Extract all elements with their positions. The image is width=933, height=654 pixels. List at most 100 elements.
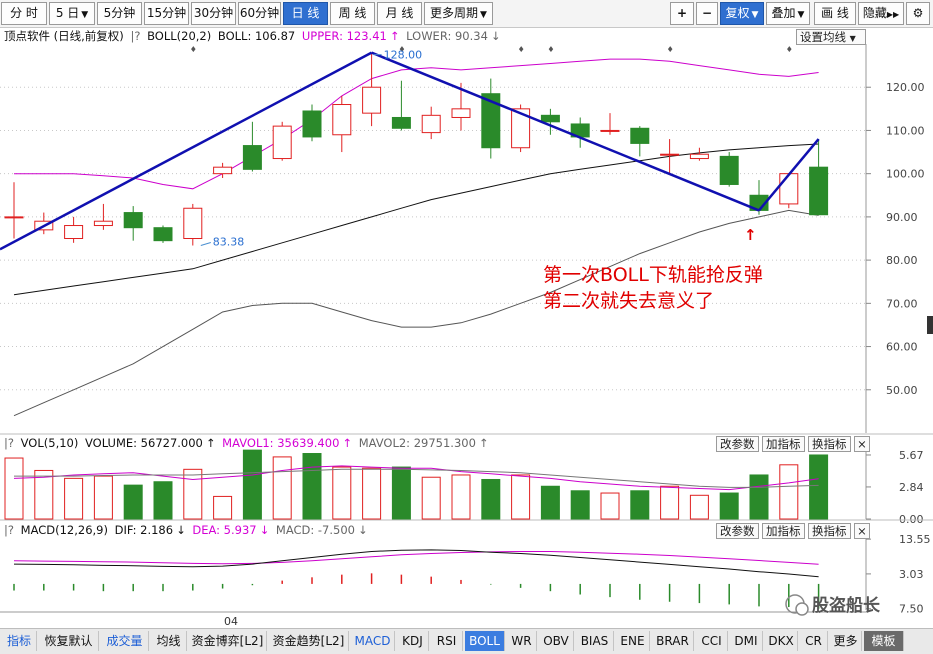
dea-line [13, 551, 819, 565]
volume-bar [123, 484, 143, 520]
watermark-text: 股盗船长 [812, 595, 881, 616]
vol-indicator-name[interactable]: VOL(5,10) [21, 436, 79, 450]
tab-ene[interactable]: ENE [616, 631, 650, 651]
macd-tick-label: 7.50 [899, 603, 924, 616]
draw-line-button[interactable]: 画 线 [814, 2, 856, 25]
candle [93, 203, 113, 230]
panel-resize-handle[interactable] [927, 316, 933, 334]
date-label: 04 [224, 615, 238, 628]
dropdown-arrow-icon: ▼ [480, 10, 487, 20]
down-arrow-icon: ↓ [176, 523, 186, 537]
event-marker-icon: ♦ [518, 45, 525, 54]
price-annotations: 128.00 83.38 [200, 49, 422, 249]
tab-恢复默认[interactable]: 恢复默认 [39, 631, 99, 651]
tab-cci[interactable]: CCI [696, 631, 728, 651]
zoom-out-button[interactable]: − [696, 2, 718, 25]
tab-dmi[interactable]: DMI [730, 631, 763, 651]
candle-body [809, 166, 829, 216]
tab-dkx[interactable]: DKX [765, 631, 798, 651]
tab-wr[interactable]: WR [507, 631, 537, 651]
dropdown-arrow-icon: ▼ [797, 10, 805, 20]
candle-body [719, 155, 739, 185]
period-5day-button[interactable]: 5 日 ▼ [49, 2, 95, 25]
mavol2-value: MAVOL2: 29751.300 [358, 436, 476, 450]
price-tick-label: 90.00 [886, 211, 918, 224]
candle [570, 117, 590, 148]
macd-add-indicator-button[interactable]: 加指标 [762, 523, 805, 539]
up-arrow-icon: ↑ [342, 436, 353, 450]
candle [64, 216, 84, 243]
low-price-pointer [200, 242, 211, 246]
vol-add-indicator-button[interactable]: 加指标 [762, 436, 805, 452]
tab-rsi[interactable]: RSI [431, 631, 463, 651]
candle [4, 182, 24, 239]
period-5min-button[interactable]: 5分钟 [97, 2, 142, 25]
candle-body [362, 86, 382, 114]
period-minute-button[interactable]: 分 时 [1, 2, 47, 25]
period-30min-button[interactable]: 30分钟 [191, 2, 236, 25]
volume-bar [689, 494, 709, 520]
vol-close-icon[interactable]: × [854, 436, 870, 452]
hide-button[interactable]: 隐藏▶▶ [858, 2, 904, 25]
macd-change-param-button[interactable]: 改参数 [716, 523, 759, 539]
tab-bias[interactable]: BIAS [576, 631, 614, 651]
overlay-button[interactable]: 叠加 ▼ [766, 2, 810, 25]
period-more-label: 更多周期 [430, 6, 479, 20]
volume-header: |? VOL(5,10) VOLUME: 56727.000 ↑ MAVOL1: … [4, 435, 492, 452]
price-tick-label: 70.00 [886, 297, 918, 310]
candle-body [213, 166, 233, 175]
settings-icon-button[interactable]: ⚙ [906, 2, 930, 25]
tab-资金博弈-l2-[interactable]: 资金博弈[L2] [189, 631, 267, 651]
vol-switch-indicator-button[interactable]: 换指标 [808, 436, 851, 452]
tab-brar[interactable]: BRAR [652, 631, 694, 651]
period-15min-button[interactable]: 15分钟 [144, 2, 189, 25]
panel-collapse-icon[interactable]: |? [4, 523, 14, 537]
period-weekly-button[interactable]: 周 线 [330, 2, 375, 25]
candle-body [93, 220, 113, 227]
tab-cr[interactable]: CR [800, 631, 828, 651]
tab-obv[interactable]: OBV [539, 631, 574, 651]
double-arrow-right-icon: ▶▶ [886, 10, 900, 19]
candle-body [272, 125, 292, 160]
volume-value: VOLUME: 56727.000 [85, 436, 203, 450]
volume-bar [93, 475, 113, 520]
adjust-button[interactable]: 复权 ▼ [720, 2, 764, 25]
macd-close-icon[interactable]: × [854, 523, 870, 539]
candle-body [302, 110, 322, 138]
volume-bar [630, 490, 650, 520]
volume-bar [451, 474, 471, 520]
price-tick-label: 60.00 [886, 341, 918, 354]
panel-collapse-icon[interactable]: |? [4, 436, 14, 450]
macd-switch-indicator-button[interactable]: 换指标 [808, 523, 851, 539]
tab-均线[interactable]: 均线 [151, 631, 187, 651]
macd-tick-label: 3.03 [899, 568, 924, 581]
period-60min-button[interactable]: 60分钟 [238, 2, 281, 25]
annotation-line-1: 第一次BOLL下轨能抢反弹 [543, 264, 763, 286]
event-markers: ♦ ♦ ♦ ♦ ♦ ♦ [190, 45, 793, 54]
tab-资金趋势-l2-[interactable]: 资金趋势[L2] [269, 631, 349, 651]
volume-bar [481, 478, 501, 520]
event-marker-icon: ♦ [547, 45, 554, 54]
period-daily-button[interactable]: 日 线 [283, 2, 328, 25]
candle [391, 80, 411, 131]
vol-change-param-button[interactable]: 改参数 [716, 436, 759, 452]
tab-kdj[interactable]: KDJ [397, 631, 429, 651]
tab-macd[interactable]: MACD [351, 631, 395, 651]
tab-boll[interactable]: BOLL [465, 631, 505, 651]
candle-body [540, 114, 560, 123]
macd-indicator-name[interactable]: MACD(12,26,9) [21, 523, 108, 537]
candle-body [660, 153, 680, 156]
zoom-in-button[interactable]: + [670, 2, 694, 25]
tab-成交量[interactable]: 成交量 [101, 631, 149, 651]
period-monthly-button[interactable]: 月 线 [377, 2, 422, 25]
tab-更多[interactable]: 更多 [830, 631, 862, 651]
candle [123, 206, 143, 241]
overlay-label: 叠加 [771, 6, 796, 20]
tab-模板[interactable]: 模板 [864, 631, 904, 651]
candle [689, 147, 709, 161]
volume-bar [183, 468, 203, 520]
tab-指标[interactable]: 指标 [2, 631, 37, 651]
period-more-button[interactable]: 更多周期 ▼ [424, 2, 493, 25]
volume-bar [302, 453, 322, 520]
candle [272, 121, 292, 161]
